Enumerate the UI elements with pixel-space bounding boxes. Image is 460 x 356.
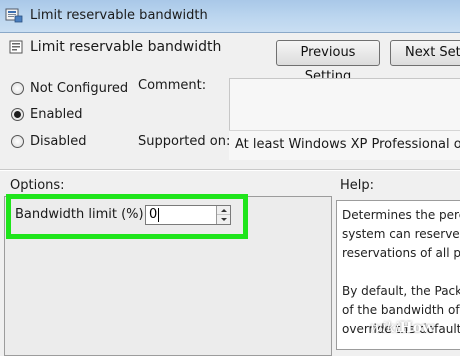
help-line: system can reserve. T [342, 227, 460, 241]
help-spacer [342, 263, 460, 282]
help-heading: Help: [340, 178, 375, 193]
setting-icon [9, 40, 23, 54]
bandwidth-limit-label: Bandwidth limit (%): [15, 207, 148, 222]
chevron-down-icon [220, 218, 227, 221]
radio-label: Disabled [30, 133, 87, 149]
chevron-up-icon [220, 208, 227, 212]
spin-down-button[interactable] [217, 215, 230, 224]
policy-icon [5, 8, 23, 23]
options-heading: Options: [10, 178, 65, 193]
supported-on-label: Supported on: [138, 134, 231, 149]
next-setting-button[interactable]: Next Setti [390, 40, 460, 66]
radio-not-configured[interactable]: Not Configured [11, 79, 128, 97]
spinner-buttons [216, 206, 230, 224]
radio-label: Not Configured [30, 80, 129, 96]
help-line: reservations of all pro [342, 246, 460, 260]
supported-on-value: At least Windows XP Professional or Wi [229, 130, 460, 160]
comment-label: Comment: [138, 78, 207, 93]
radio-button[interactable] [11, 81, 24, 95]
help-line: of the bandwidth of [342, 303, 460, 317]
spin-up-button[interactable] [217, 206, 230, 215]
radio-label: Enabled [30, 106, 83, 122]
window-title: Limit reservable bandwidth [30, 8, 208, 23]
radio-disabled[interactable]: Disabled [11, 132, 86, 150]
help-line: Determines the perce [342, 208, 460, 222]
radio-button-selected[interactable] [11, 107, 24, 121]
radio-button[interactable] [11, 134, 24, 148]
comment-textarea[interactable] [229, 78, 460, 131]
bandwidth-limit-value: 0 [149, 207, 158, 222]
section-divider [0, 169, 460, 171]
text-caret [158, 207, 160, 222]
wikihow-watermark: wikiHow [370, 320, 435, 336]
setting-title: Limit reservable bandwidth [30, 39, 222, 55]
radio-enabled[interactable]: Enabled [11, 105, 83, 123]
help-line: By default, the Packe [342, 284, 460, 298]
previous-setting-button[interactable]: Previous Setting [276, 40, 380, 84]
title-bar: Limit reservable bandwidth [0, 0, 460, 33]
bandwidth-limit-input[interactable]: 0 [145, 205, 231, 225]
